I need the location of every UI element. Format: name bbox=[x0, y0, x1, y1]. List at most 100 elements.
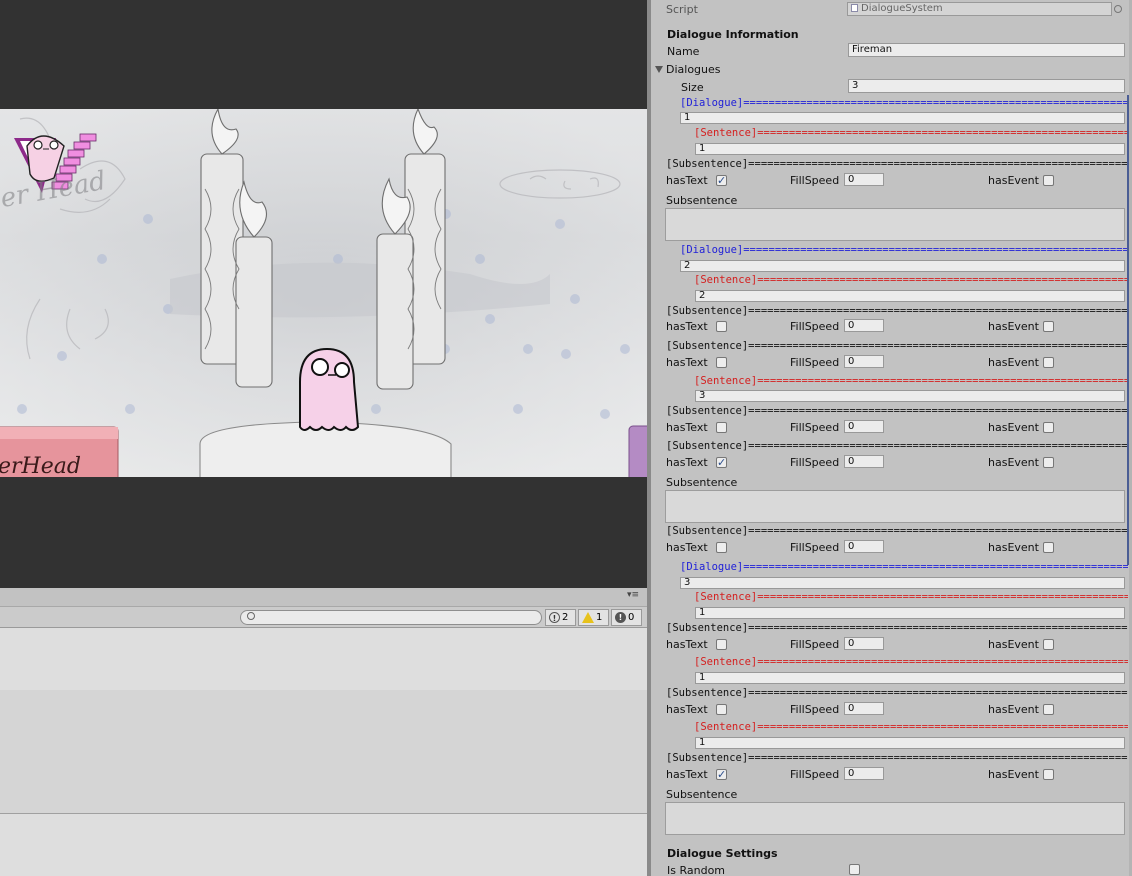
console-log-row[interactable] bbox=[0, 690, 647, 814]
hastext-label: hasText bbox=[666, 356, 708, 369]
panel-menu-icon[interactable]: ▾≡ bbox=[627, 590, 639, 600]
is-random-checkbox[interactable] bbox=[849, 864, 860, 875]
fillspeed-field[interactable]: 0 bbox=[844, 173, 884, 186]
sentence-separator: [Sentence]==============================… bbox=[694, 721, 1128, 733]
sentence-id-field[interactable]: 2 bbox=[695, 290, 1125, 302]
fillspeed-field[interactable]: 0 bbox=[844, 455, 884, 468]
sentence-separator: [Sentence]==============================… bbox=[694, 274, 1128, 286]
fillspeed-field[interactable]: 0 bbox=[844, 319, 884, 332]
hastext-label: hasText bbox=[666, 456, 708, 469]
hasevent-checkbox[interactable] bbox=[1043, 542, 1054, 553]
hasevent-label: hasEvent bbox=[988, 768, 1039, 781]
hastext-checkbox[interactable]: ✓ bbox=[716, 769, 727, 780]
hastext-checkbox[interactable]: ✓ bbox=[716, 457, 727, 468]
inspector-panel: Script DialogueSystem Dialogue Informati… bbox=[651, 0, 1132, 876]
hasevent-checkbox[interactable] bbox=[1043, 422, 1054, 433]
hasevent-checkbox[interactable] bbox=[1043, 769, 1054, 780]
script-label: Script bbox=[666, 3, 698, 16]
fillspeed-label: FillSpeed bbox=[790, 768, 840, 781]
sentence-id-field[interactable]: 1 bbox=[695, 607, 1125, 619]
hasevent-checkbox[interactable] bbox=[1043, 357, 1054, 368]
sentence-id-field[interactable]: 1 bbox=[695, 672, 1125, 684]
subsentence-textarea[interactable] bbox=[665, 208, 1125, 241]
is-random-label: Is Random bbox=[667, 864, 726, 876]
hastext-checkbox[interactable] bbox=[716, 704, 727, 715]
sentence-id-field[interactable]: 3 bbox=[695, 390, 1125, 402]
hastext-checkbox[interactable] bbox=[716, 422, 727, 433]
fillspeed-field[interactable]: 0 bbox=[844, 420, 884, 433]
hasevent-checkbox[interactable] bbox=[1043, 175, 1054, 186]
subsentence-separator: [Subsentence]===========================… bbox=[666, 158, 1128, 170]
fillspeed-label: FillSpeed bbox=[790, 356, 840, 369]
fillspeed-field[interactable]: 0 bbox=[844, 702, 884, 715]
sentence-id-field[interactable]: 1 bbox=[695, 737, 1125, 749]
subsentence-label: Subsentence bbox=[666, 476, 738, 489]
console-panel: ▾≡ ! 2 1 ! 0 bbox=[0, 588, 647, 876]
subsentence-separator: [Subsentence]===========================… bbox=[666, 752, 1128, 764]
warning-icon bbox=[582, 612, 594, 623]
dialogue-settings-header: Dialogue Settings bbox=[667, 847, 778, 860]
search-icon bbox=[247, 612, 255, 620]
error-count: 0 bbox=[628, 612, 635, 623]
info-count: 2 bbox=[562, 612, 569, 623]
scene-artwork bbox=[0, 109, 647, 477]
fillspeed-label: FillSpeed bbox=[790, 541, 840, 554]
fillspeed-field[interactable]: 0 bbox=[844, 637, 884, 650]
fillspeed-field[interactable]: 0 bbox=[844, 540, 884, 553]
subsentence-textarea[interactable] bbox=[665, 802, 1125, 835]
sentence-separator: [Sentence]==============================… bbox=[694, 656, 1128, 668]
dialogue-id-field[interactable]: 2 bbox=[680, 260, 1125, 272]
game-scene: erHead er Head bbox=[0, 109, 647, 477]
hastext-label: hasText bbox=[666, 768, 708, 781]
dialogue-separator: [Dialogue]==============================… bbox=[680, 97, 1128, 109]
hastext-label: hasText bbox=[666, 541, 708, 554]
hastext-checkbox[interactable]: ✓ bbox=[716, 175, 727, 186]
sentence-id-field[interactable]: 1 bbox=[695, 143, 1125, 155]
fillspeed-label: FillSpeed bbox=[790, 320, 840, 333]
console-search-input[interactable] bbox=[240, 610, 542, 625]
target-icon[interactable] bbox=[1114, 5, 1122, 13]
hastext-label: hasText bbox=[666, 703, 708, 716]
error-count-button[interactable]: ! 0 bbox=[611, 609, 642, 626]
script-value: DialogueSystem bbox=[861, 3, 943, 14]
hasevent-label: hasEvent bbox=[988, 356, 1039, 369]
dialogues-foldout-arrow-icon[interactable] bbox=[655, 66, 663, 73]
sentence-separator: [Sentence]==============================… bbox=[694, 375, 1128, 387]
info-count-button[interactable]: ! 2 bbox=[545, 609, 576, 626]
hasevent-checkbox[interactable] bbox=[1043, 457, 1054, 468]
dialogue-id-field[interactable]: 1 bbox=[680, 112, 1125, 124]
dialogues-label[interactable]: Dialogues bbox=[666, 63, 721, 76]
hastext-checkbox[interactable] bbox=[716, 357, 727, 368]
hastext-checkbox[interactable] bbox=[716, 542, 727, 553]
hasevent-label: hasEvent bbox=[988, 174, 1039, 187]
fillspeed-field[interactable]: 0 bbox=[844, 355, 884, 368]
subsentence-label: Subsentence bbox=[666, 788, 738, 801]
fillspeed-label: FillSpeed bbox=[790, 174, 840, 187]
hastext-label: hasText bbox=[666, 421, 708, 434]
subsentence-textarea[interactable] bbox=[665, 490, 1125, 523]
hasevent-checkbox[interactable] bbox=[1043, 704, 1054, 715]
dialogue-id-field[interactable]: 3 bbox=[680, 577, 1125, 589]
dialogue-separator: [Dialogue]==============================… bbox=[680, 561, 1128, 573]
fillspeed-label: FillSpeed bbox=[790, 456, 840, 469]
sentence-separator: [Sentence]==============================… bbox=[694, 591, 1128, 603]
warning-count-button[interactable]: 1 bbox=[578, 609, 609, 626]
sign-text: erHead bbox=[0, 454, 81, 477]
fillspeed-label: FillSpeed bbox=[790, 638, 840, 651]
console-tab-strip: ▾≡ bbox=[0, 588, 647, 606]
hastext-checkbox[interactable] bbox=[716, 321, 727, 332]
name-field[interactable]: Fireman bbox=[848, 43, 1125, 57]
hasevent-checkbox[interactable] bbox=[1043, 321, 1054, 332]
hasevent-checkbox[interactable] bbox=[1043, 639, 1054, 650]
console-log-row[interactable] bbox=[0, 628, 647, 690]
script-field[interactable]: DialogueSystem bbox=[847, 2, 1112, 16]
hasevent-label: hasEvent bbox=[988, 541, 1039, 554]
fillspeed-field[interactable]: 0 bbox=[844, 767, 884, 780]
hastext-checkbox[interactable] bbox=[716, 639, 727, 650]
hasevent-label: hasEvent bbox=[988, 703, 1039, 716]
size-field[interactable]: 3 bbox=[848, 79, 1125, 93]
hasevent-label: hasEvent bbox=[988, 421, 1039, 434]
hastext-label: hasText bbox=[666, 174, 708, 187]
fillspeed-label: FillSpeed bbox=[790, 703, 840, 716]
game-view[interactable]: erHead er Head bbox=[0, 0, 647, 588]
